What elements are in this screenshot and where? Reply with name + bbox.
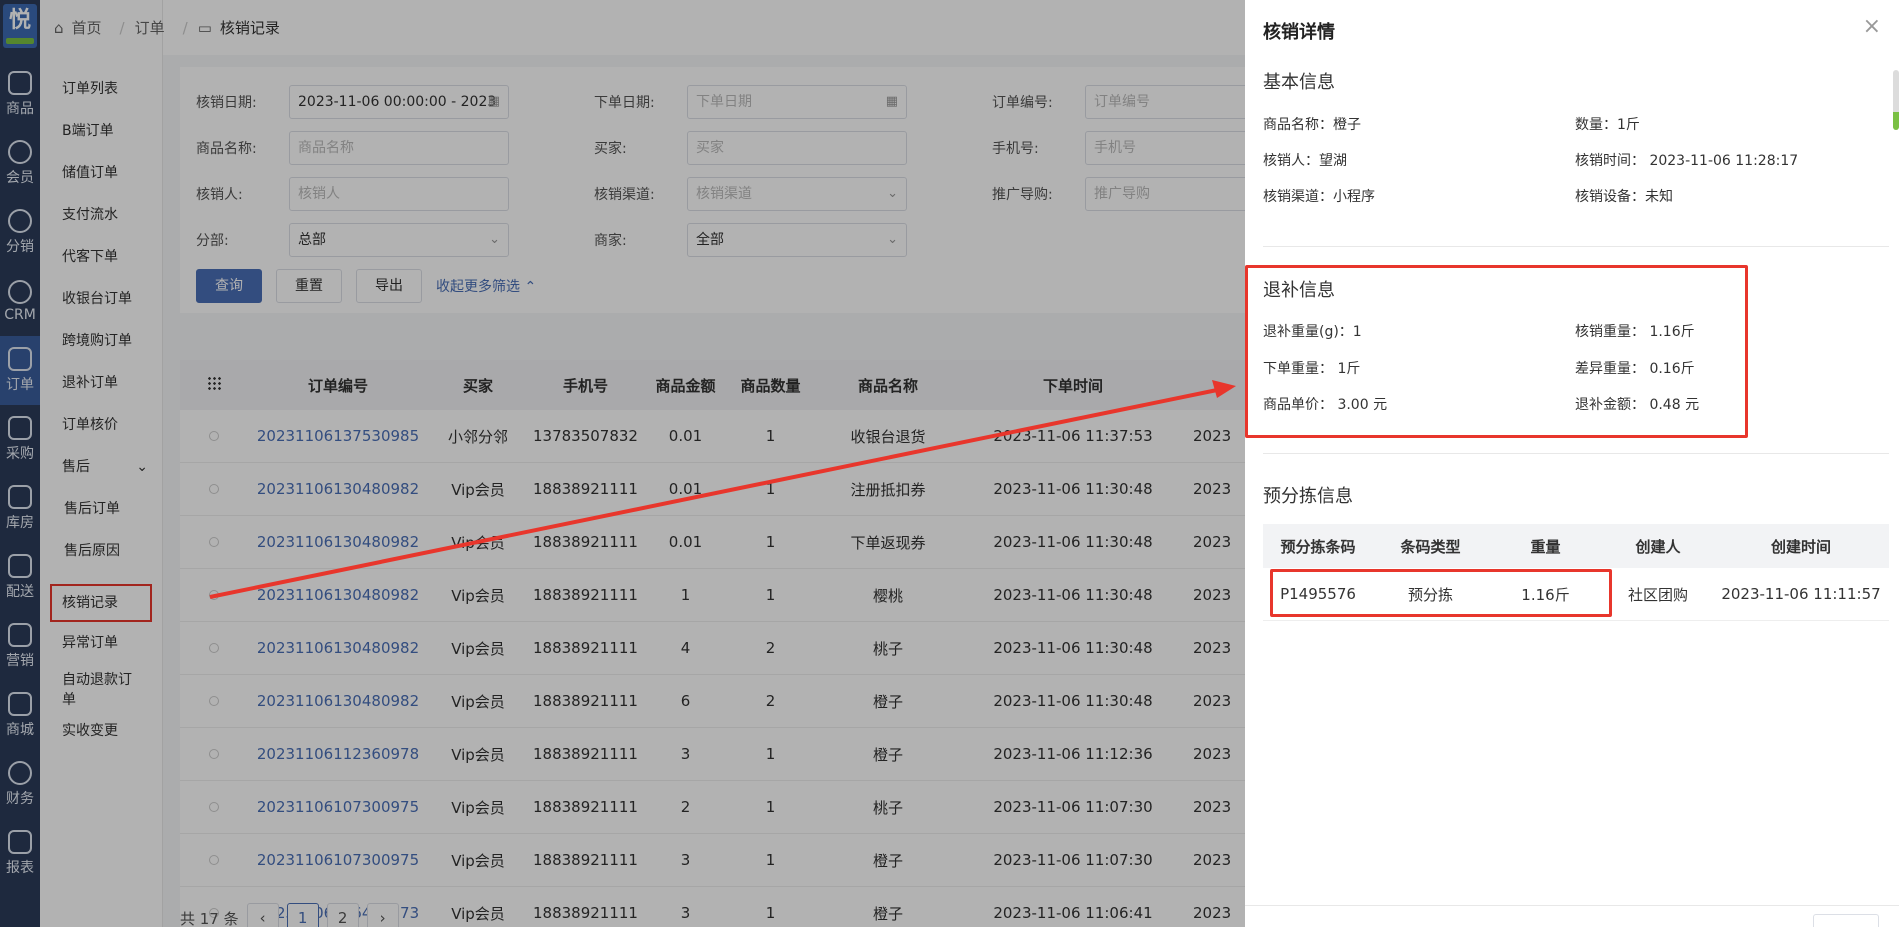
verify-weight: 核销重量： 1.16斤	[1575, 324, 1695, 340]
verification-detail-drawer: 核销详情 × 基本信息 商品名称：橙子 数量：1斤 核销人：望湖 核销时间： 2…	[1245, 0, 1899, 927]
column-header: 重量	[1530, 537, 1561, 556]
footer-button[interactable]	[1813, 914, 1879, 927]
column-header: 预分拣条码	[1280, 537, 1356, 556]
divider	[1263, 246, 1889, 247]
basic-verifier: 核销人：望湖	[1263, 153, 1347, 169]
presort-table-header: 预分拣条码 条码类型 重量 创建人 创建时间	[1263, 524, 1889, 568]
column-header: 条码类型	[1400, 537, 1461, 556]
divider	[1263, 453, 1889, 454]
refund-info-title: 退补信息	[1263, 280, 1335, 301]
scroll-indicator	[1893, 70, 1899, 130]
column-header: 创建人	[1635, 537, 1681, 556]
basic-qty: 数量：1斤	[1575, 117, 1640, 133]
column-header: 创建时间	[1770, 537, 1831, 556]
basic-channel: 核销渠道：小程序	[1263, 189, 1375, 205]
basic-verify-time: 核销时间： 2023-11-06 11:28:17	[1575, 153, 1799, 169]
order-weight: 下单重量： 1斤	[1263, 361, 1361, 377]
basic-device: 核销设备：未知	[1575, 189, 1673, 205]
presort-info-title: 预分拣信息	[1263, 486, 1353, 507]
drawer-footer	[1245, 905, 1899, 927]
presort-created-time: 2023-11-06 11:11:57	[1721, 585, 1881, 603]
arrow-line	[209, 387, 1223, 599]
presort-highlight-box	[1270, 569, 1612, 617]
refund-weight: 退补重量(g)：1	[1263, 324, 1362, 340]
basic-product: 商品名称：橙子	[1263, 117, 1361, 133]
drawer-title: 核销详情	[1263, 22, 1335, 43]
close-icon[interactable]: ×	[1863, 14, 1881, 39]
presort-creator: 社区团购	[1627, 585, 1688, 604]
annotation-arrow	[209, 380, 1236, 599]
basic-info-title: 基本信息	[1263, 72, 1335, 93]
unit-price: 商品单价： 3.00 元	[1263, 397, 1388, 413]
diff-weight: 差异重量： 0.16斤	[1575, 361, 1695, 377]
refund-amount: 退补金额： 0.48 元	[1575, 397, 1700, 413]
arrow-head	[1212, 380, 1236, 398]
